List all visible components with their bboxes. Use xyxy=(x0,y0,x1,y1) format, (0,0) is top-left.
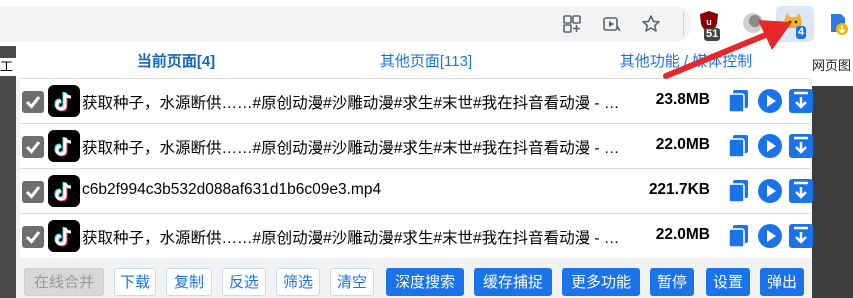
media-play-icon[interactable] xyxy=(602,14,622,34)
tab-current-page[interactable]: 当前页面[4] xyxy=(56,46,296,78)
row-checkbox[interactable] xyxy=(22,136,44,158)
copy-icon[interactable] xyxy=(726,223,752,249)
filter-button[interactable]: 筛选 xyxy=(276,268,320,296)
media-title[interactable]: c6b2f994c3b532d088af631d1b6c09e3.mp4 xyxy=(82,181,381,199)
star-icon[interactable] xyxy=(641,14,661,34)
play-icon[interactable] xyxy=(757,178,783,204)
page-right-edge: 网页图 xyxy=(812,46,853,298)
deep-search-button[interactable]: 深度搜索 xyxy=(386,268,464,296)
clear-button[interactable]: 清空 xyxy=(330,268,374,296)
extension-popup: 当前页面[4] 其他页面[113] 其他功能 / 媒体控制 获取种子，水源断供…… xyxy=(16,46,813,298)
row-checkbox[interactable] xyxy=(22,91,44,113)
copy-icon[interactable] xyxy=(726,133,752,159)
row-checkbox[interactable] xyxy=(22,181,44,203)
media-list-item[interactable]: 获取种子，水源断供……#原创动漫#沙雕动漫#求生#末世#我在抖音看动漫 - … … xyxy=(20,123,813,168)
tiktok-logo-icon xyxy=(48,130,80,162)
media-size: 23.8MB xyxy=(655,91,710,108)
media-size: 22.0MB xyxy=(655,136,710,153)
page-edge-text-left: 工 xyxy=(0,58,16,76)
download-button[interactable]: 下载 xyxy=(114,268,156,296)
popout-button[interactable]: 弹出 xyxy=(760,268,804,296)
action-button-bar: 在线合并 下载 复制 反选 筛选 清空 深度搜索 缓存捕捉 更多功能 暂停 设置… xyxy=(16,262,812,298)
tiktok-logo-icon xyxy=(48,175,80,207)
copy-icon[interactable] xyxy=(726,88,752,114)
pause-button[interactable]: 暂停 xyxy=(650,268,694,296)
row-checkbox[interactable] xyxy=(22,226,44,248)
cache-capture-button[interactable]: 缓存捕捉 xyxy=(474,268,552,296)
media-title[interactable]: 获取种子，水源断供……#原创动漫#沙雕动漫#求生#末世#我在抖音看动漫 - … xyxy=(82,136,619,158)
download-file-icon[interactable] xyxy=(788,133,814,159)
media-list-item[interactable]: 获取种子，水源断供……#原创动漫#沙雕动漫#求生#末世#我在抖音看动漫 - … … xyxy=(20,78,813,123)
download-file-icon[interactable] xyxy=(788,223,814,249)
page-edge-text-right: 网页图 xyxy=(812,46,853,86)
download-file-icon[interactable] xyxy=(788,88,814,114)
media-list-item[interactable]: 获取种子，水源断供……#原创动漫#沙雕动漫#求生#末世#我在抖音看动漫 - … … xyxy=(20,213,813,258)
annotation-arrow xyxy=(663,20,792,79)
checkmark-icon xyxy=(25,231,41,244)
media-list-item[interactable]: c6b2f994c3b532d088af631d1b6c09e3.mp4 221… xyxy=(20,168,813,213)
media-size: 221.7KB xyxy=(648,181,710,198)
tiktok-logo-icon xyxy=(48,85,80,117)
tiktok-logo-icon xyxy=(48,220,80,252)
more-features-button[interactable]: 更多功能 xyxy=(562,268,640,296)
copy-button[interactable]: 复制 xyxy=(166,268,212,296)
play-icon[interactable] xyxy=(757,223,783,249)
media-title[interactable]: 获取种子，水源断供……#原创动漫#沙雕动漫#求生#末世#我在抖音看动漫 - … xyxy=(82,226,619,248)
checkmark-icon xyxy=(25,186,41,199)
play-icon[interactable] xyxy=(757,133,783,159)
address-bar[interactable] xyxy=(0,6,692,42)
settings-button[interactable]: 设置 xyxy=(706,268,750,296)
media-title[interactable]: 获取种子，水源断供……#原创动漫#沙雕动漫#求生#末世#我在抖音看动漫 - … xyxy=(82,91,619,113)
copy-icon[interactable] xyxy=(726,178,752,204)
tab-other-pages[interactable]: 其他页面[113] xyxy=(316,46,536,78)
checkmark-icon xyxy=(25,141,41,154)
online-merge-button[interactable]: 在线合并 xyxy=(24,268,104,296)
checkmark-icon xyxy=(25,96,41,109)
invert-selection-button[interactable]: 反选 xyxy=(222,268,266,296)
download-file-icon[interactable] xyxy=(788,178,814,204)
page-left-edge: 工 xyxy=(0,46,16,298)
download-icon[interactable] xyxy=(827,12,849,36)
play-icon[interactable] xyxy=(757,88,783,114)
media-size: 22.0MB xyxy=(655,226,710,243)
app-grid-icon[interactable] xyxy=(562,14,582,34)
